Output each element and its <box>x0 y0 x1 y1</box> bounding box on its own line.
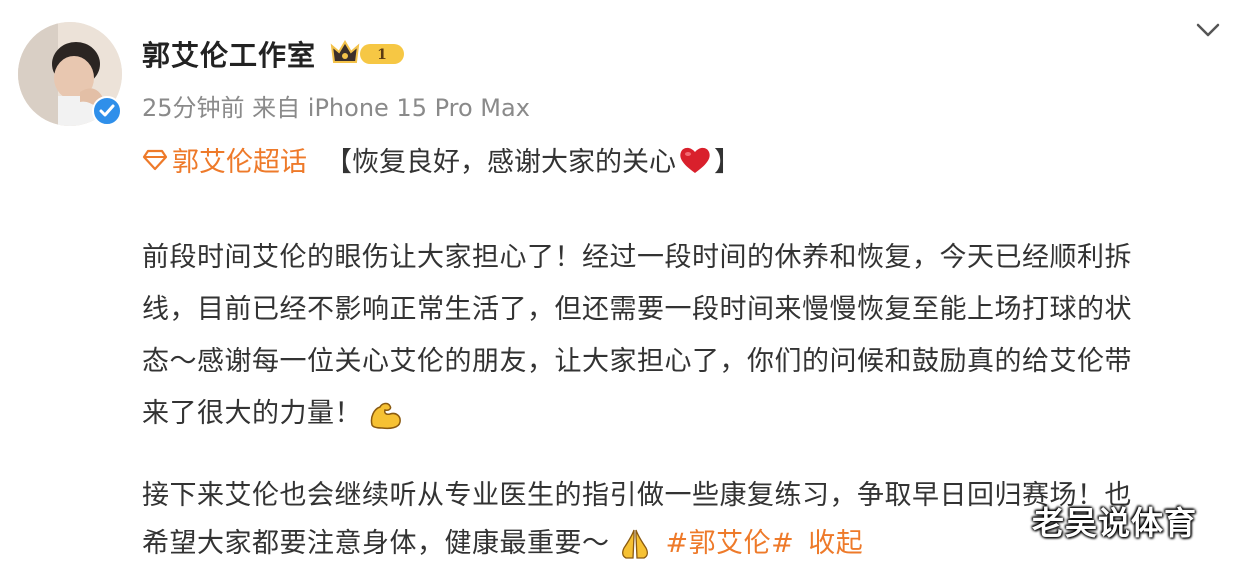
paragraph-line: 线，目前已经不影响正常生活了，但还需要一段时间来慢慢恢复至能上场打球的状 <box>142 294 1132 325</box>
paragraph-line-last: 希望大家都要注意身体，健康最重要～ #郭艾伦# 收起 <box>142 518 863 570</box>
chevron-down-icon[interactable] <box>1194 20 1222 40</box>
supertopic-label: 郭艾伦超话 <box>172 147 307 178</box>
collapse-link[interactable]: 收起 <box>808 528 863 559</box>
vip-level: 1 <box>377 47 387 63</box>
headline-line: 郭艾伦超话 【恢复良好，感谢大家的关心 】 <box>142 140 741 179</box>
paragraph-line: 态～感谢每一位关心艾伦的朋友，让大家担心了，你们的问候和鼓励真的给艾伦带 <box>142 346 1132 377</box>
paragraph-text: 来了很大的力量！ <box>142 398 362 429</box>
post-meta: 25分钟前 来自 iPhone 15 Pro Max <box>142 94 530 122</box>
hashtag-link[interactable]: #郭艾伦# <box>666 528 795 559</box>
paragraph-line: 接下来艾伦也会继续听从专业医生的指引做一些康复练习，争取早日回归赛场！也 <box>142 480 1132 511</box>
watermark-text: 老吴说体育 <box>1032 504 1198 542</box>
supertopic-diamond-icon <box>142 149 168 170</box>
flexed-biceps-emoji <box>370 402 401 429</box>
supertopic-link[interactable]: 郭艾伦超话 <box>142 140 307 179</box>
verified-badge-icon <box>92 96 122 126</box>
folded-hands-emoji <box>621 529 648 559</box>
author-name[interactable]: 郭艾伦工作室 <box>142 34 316 74</box>
headline-text: 【恢复良好，感谢大家的关心 <box>325 147 676 178</box>
vip-crown-icon[interactable]: 1 <box>330 38 406 68</box>
paragraph-line-last: 来了很大的力量！ <box>142 388 1232 440</box>
post-paragraph-1: 前段时间艾伦的眼伤让大家担心了！经过一段时间的休养和恢复，今天已经顺利拆 线，目… <box>142 232 1232 440</box>
headline-close: 】 <box>714 147 741 178</box>
paragraph-line: 前段时间艾伦的眼伤让大家担心了！经过一段时间的休养和恢复，今天已经顺利拆 <box>142 242 1132 273</box>
paragraph-text: 希望大家都要注意身体，健康最重要～ <box>142 528 610 559</box>
red-heart-emoji <box>680 147 710 173</box>
